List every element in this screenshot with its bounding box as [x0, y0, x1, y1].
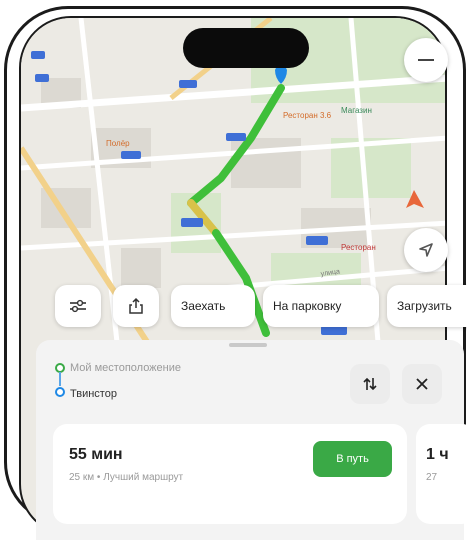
destination-label[interactable]: Твинстор: [70, 388, 117, 400]
navigation-arrow-icon: [419, 243, 433, 257]
close-route-button[interactable]: [402, 364, 442, 404]
route-meta: 25 км • Лучший маршрут: [69, 472, 184, 483]
poi-label: Ресторан: [341, 243, 376, 252]
poi-label: Ресторан 3.6: [283, 111, 332, 120]
origin-label[interactable]: Мой местоположение: [70, 362, 181, 374]
route-duration-alt: 1 ч: [426, 446, 449, 463]
sheet-grabber[interactable]: [229, 343, 267, 347]
zoom-out-button[interactable]: [404, 38, 448, 82]
camera-notch: [183, 28, 309, 68]
poi-label: Магазин: [341, 106, 372, 115]
route-option-card-alt[interactable]: 1 ч 27: [416, 424, 467, 524]
minus-icon: [418, 59, 434, 61]
chip-stop-by[interactable]: Заехать: [171, 285, 255, 327]
route-settings-button[interactable]: [55, 285, 101, 327]
share-icon: [129, 297, 143, 314]
route-duration: 55 мин: [69, 446, 123, 463]
chip-load[interactable]: Загрузить: [387, 285, 467, 327]
route-connector: [59, 372, 61, 386]
close-icon: [416, 378, 428, 390]
sliders-icon: [70, 299, 86, 313]
locate-button[interactable]: [404, 228, 448, 272]
share-button[interactable]: [113, 285, 159, 327]
go-button[interactable]: В путь: [313, 441, 392, 477]
destination-dot-icon: [55, 387, 65, 397]
route-meta-alt: 27: [426, 472, 438, 483]
poi-label: Полёр: [106, 139, 130, 148]
swap-route-button[interactable]: [350, 364, 390, 404]
swap-arrows-icon: [363, 377, 377, 391]
chip-parking[interactable]: На парковку: [263, 285, 379, 327]
